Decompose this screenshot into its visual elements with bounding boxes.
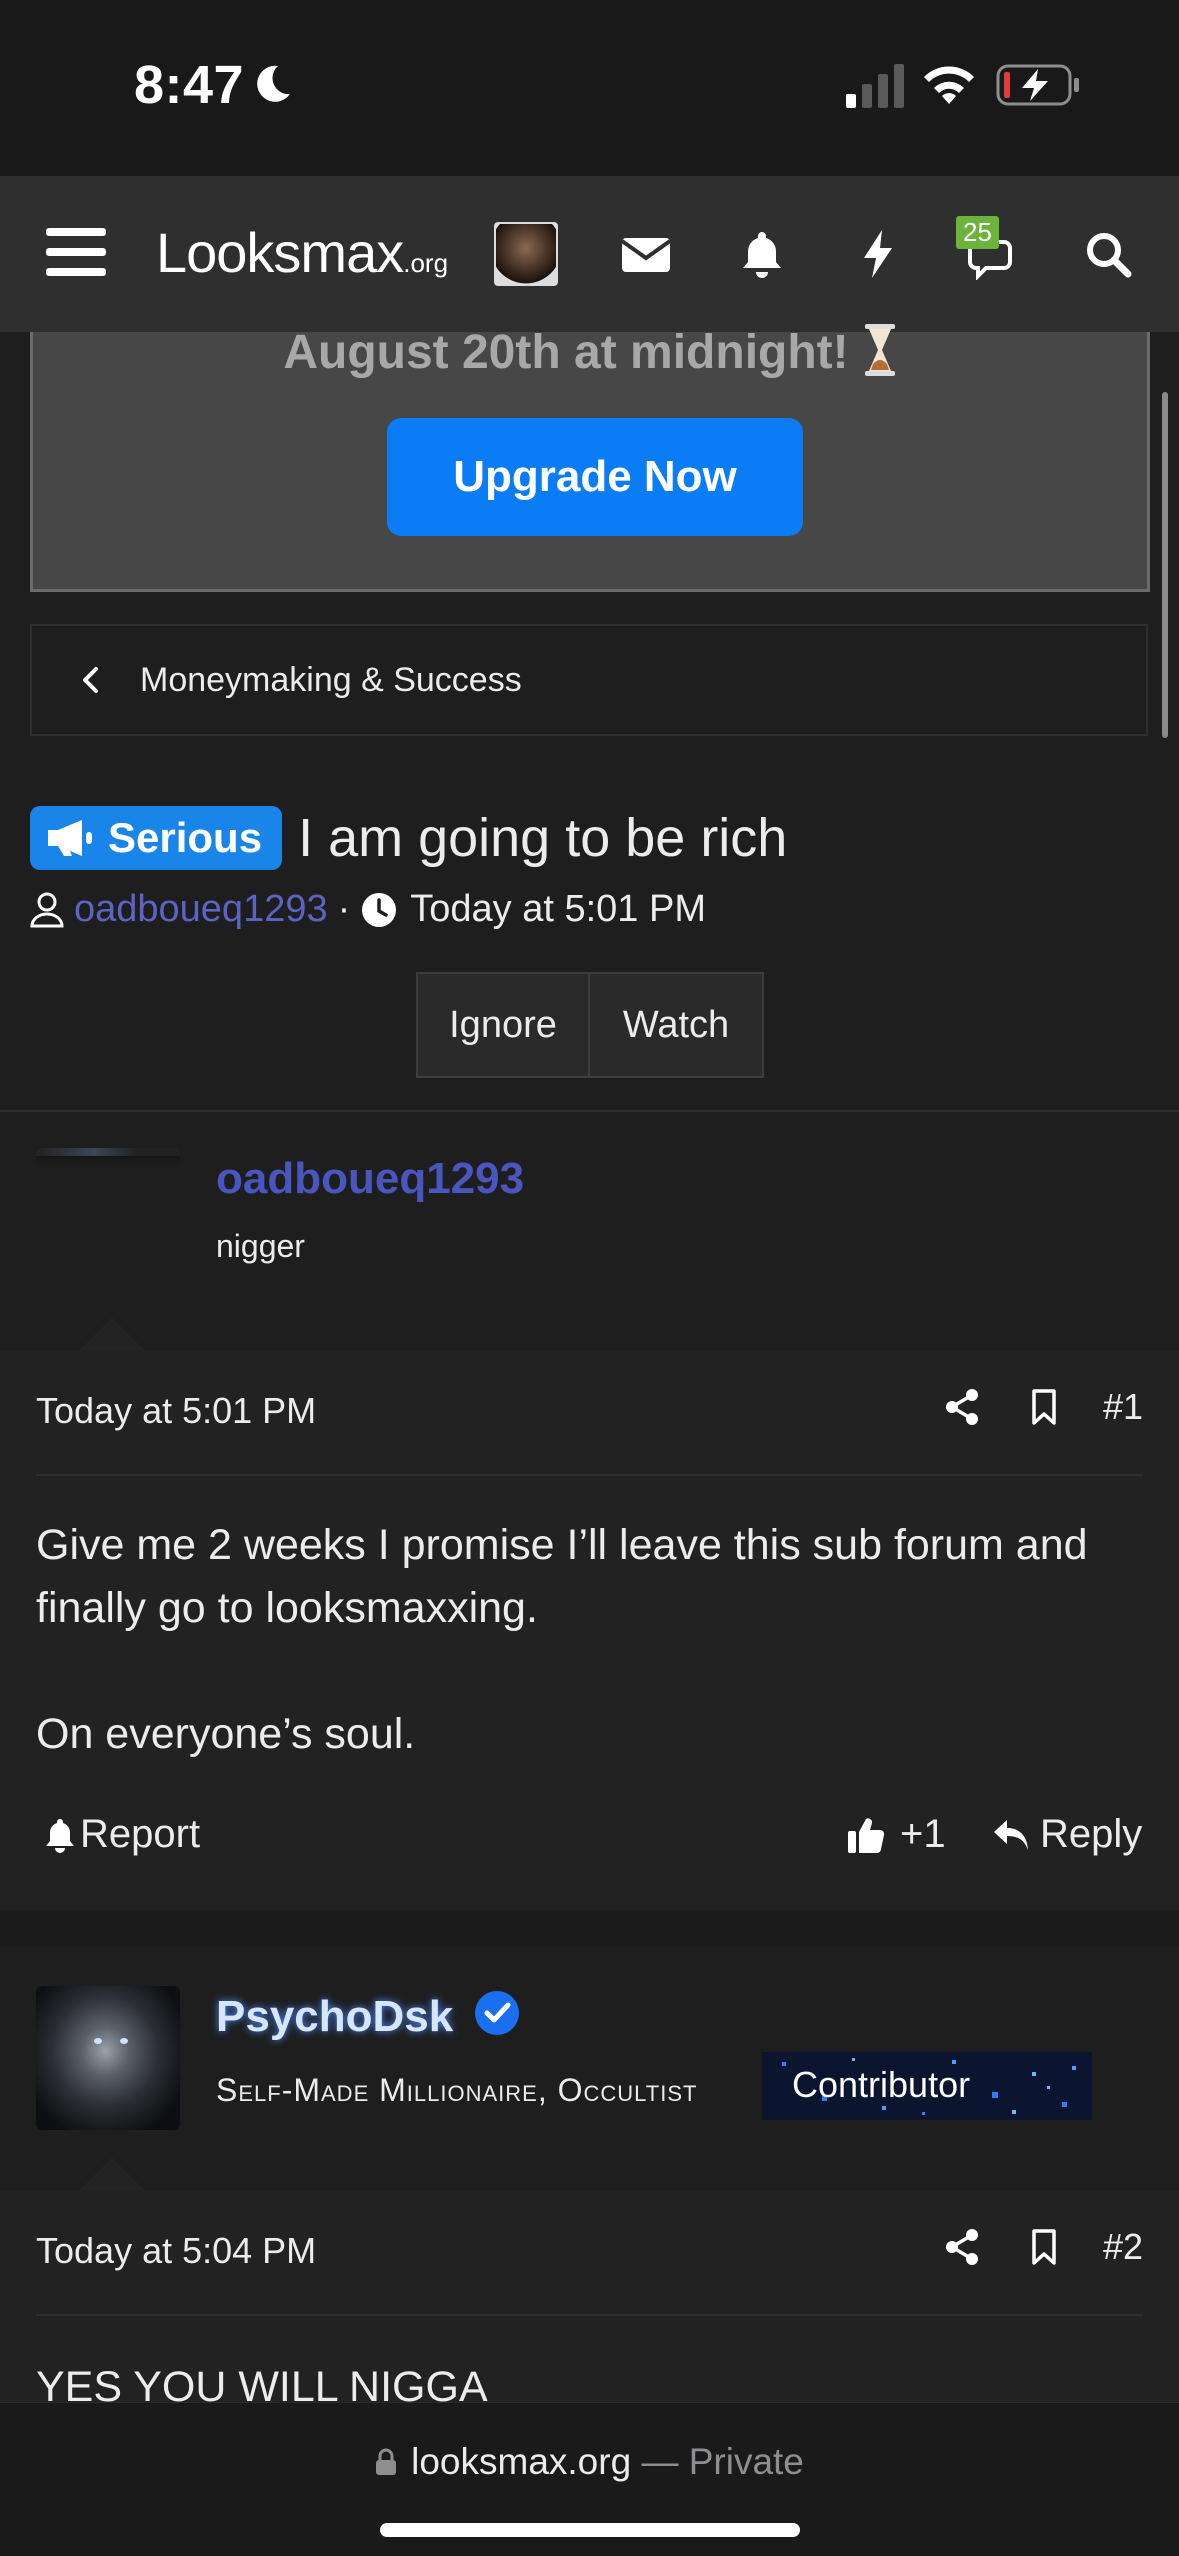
reply-arrow-icon [994, 1819, 1028, 1850]
post-1-content: Give me 2 weeks I promise I’ll leave thi… [36, 1514, 1146, 1766]
post-1-header-divider [36, 1474, 1143, 1476]
report-label: Report [80, 1812, 201, 1856]
lock-icon [376, 2448, 397, 2475]
thread-title: I am going to be rich [298, 808, 788, 868]
logo-text: Looksmax [156, 221, 404, 284]
post-1-body: Today at 5:01 PM #1 Give me 2 weeks I pr… [0, 1350, 1179, 1910]
chevron-left-icon [83, 667, 98, 693]
wifi-icon [924, 66, 974, 104]
post-2-date[interactable]: Today at 5:04 PM [36, 2230, 316, 2272]
like-button[interactable]: +1 [846, 1812, 946, 1857]
share-icon[interactable] [943, 1388, 981, 1426]
post-2-user-block: PsychoDsk Self-Made Millionaire, Occulti… [0, 1946, 1179, 2190]
thread-meta: oadboueq1293 · Today at 5:01 PM [30, 888, 706, 931]
post-2-arrow [80, 2158, 144, 2190]
envelope-icon[interactable] [620, 228, 672, 280]
logo-suffix: .org [403, 248, 449, 278]
url-domain: looksmax.org [411, 2441, 632, 2482]
post-2-header-divider [36, 2314, 1143, 2316]
share-icon[interactable] [943, 2228, 981, 2266]
post-1-user-title: nigger [216, 1228, 305, 1264]
account-avatar[interactable] [494, 222, 558, 286]
browser-url-bar[interactable]: looksmax.org — Private [0, 2402, 1179, 2556]
verified-badge-icon [475, 1991, 519, 2035]
page-scrollbar[interactable] [1162, 392, 1168, 738]
megaphone-icon [48, 820, 92, 856]
thread-author-link[interactable]: oadboueq1293 [74, 888, 328, 931]
thread-action-buttons: Ignore Watch [416, 972, 764, 1078]
post-2-actions: #2 [899, 2226, 1143, 2268]
like-count: +1 [900, 1812, 946, 1856]
upgrade-now-button[interactable]: Upgrade Now [387, 418, 803, 536]
post-1-username[interactable]: oadboueq1293 [216, 1154, 524, 1204]
post-2-avatar[interactable] [36, 1986, 180, 2130]
banner-text: August 20th at midnight! [33, 324, 1147, 380]
battery-charging-icon [996, 64, 1079, 106]
private-mode-label: Private [688, 2441, 804, 2482]
top-navbar: Looksmax.org 25 [0, 176, 1179, 332]
post-1-date[interactable]: Today at 5:01 PM [36, 1390, 316, 1432]
status-bar: 8:47 [0, 0, 1179, 176]
breadcrumb-label: Moneymaking & Success [140, 660, 522, 699]
bell-icon[interactable] [736, 228, 788, 280]
post-1-number[interactable]: #1 [1103, 1386, 1143, 1428]
bookmark-icon[interactable] [1025, 1388, 1063, 1426]
post-1-actions: #1 [899, 1386, 1143, 1428]
ignore-button[interactable]: Ignore [418, 974, 590, 1076]
breadcrumb[interactable]: Moneymaking & Success [30, 624, 1148, 736]
contributor-banner: Contributor [762, 2052, 1092, 2120]
site-logo[interactable]: Looksmax.org [156, 220, 448, 285]
hamburger-menu-icon[interactable] [46, 226, 106, 278]
clock-icon [362, 892, 397, 927]
banner-message: August 20th at midnight! [283, 326, 849, 379]
contributor-label: Contributor [792, 2064, 971, 2105]
hourglass-icon [864, 324, 895, 376]
thread-header: Serious I am going to be rich [30, 806, 787, 870]
serious-prefix-badge[interactable]: Serious [30, 806, 283, 870]
alerts-count-badge: 25 [956, 216, 999, 249]
url-dash: — [641, 2441, 679, 2482]
post-1-user-block: oadboueq1293 nigger [0, 1112, 1179, 1350]
post-1-paragraph: Give me 2 weeks I promise I’ll leave thi… [36, 1521, 1088, 1632]
prefix-label: Serious [108, 814, 263, 861]
watch-button[interactable]: Watch [590, 974, 762, 1076]
search-icon[interactable] [1082, 228, 1134, 280]
bell-icon [46, 1818, 74, 1853]
post-2-username[interactable]: PsychoDsk [216, 1992, 453, 2042]
reply-button[interactable]: Reply [992, 1812, 1142, 1857]
url-display[interactable]: looksmax.org — Private [0, 2441, 1179, 2483]
post-gap [0, 1912, 1179, 1946]
user-icon [30, 892, 64, 927]
post-2-user-title: Self-Made Millionaire, Occultist [216, 2072, 698, 2108]
upgrade-banner: August 20th at midnight! Upgrade Now [30, 324, 1150, 592]
post-1-arrow [80, 1318, 144, 1350]
report-button[interactable]: Report [44, 1812, 200, 1857]
moon-icon [257, 65, 290, 102]
post-2-number[interactable]: #2 [1103, 2226, 1143, 2268]
thread-time[interactable]: Today at 5:01 PM [410, 888, 706, 931]
signal-icon [846, 64, 904, 108]
reply-label: Reply [1040, 1812, 1143, 1856]
bookmark-icon[interactable] [1025, 2228, 1063, 2266]
post-2-body: Today at 5:04 PM #2 YES YOU WILL NIGGA [0, 2190, 1179, 2411]
home-indicator[interactable] [380, 2523, 800, 2537]
thumbs-up-icon [848, 1817, 885, 1853]
lightning-icon[interactable] [852, 228, 904, 280]
post-1-paragraph: On everyone’s soul. [36, 1710, 416, 1758]
post-1-avatar[interactable] [36, 1148, 180, 1292]
status-time: 8:47 [134, 55, 245, 115]
meta-separator: · [337, 888, 351, 930]
